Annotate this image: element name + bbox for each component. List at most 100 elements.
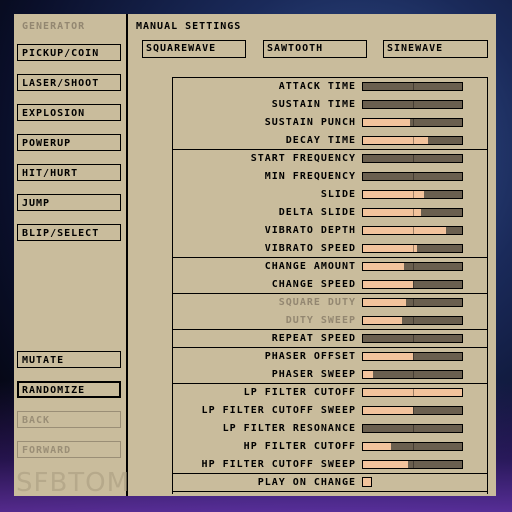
param-slider[interactable]	[362, 100, 463, 109]
slider-center-mark	[412, 353, 414, 360]
slider-center-mark	[412, 443, 414, 450]
param-slider[interactable]	[362, 352, 463, 361]
slider-fill	[363, 317, 402, 324]
param-row-sustain-time: SUSTAIN TIME	[172, 96, 488, 114]
slider-fill	[363, 371, 373, 378]
generator-button-pickup-coin[interactable]: PICKUP/COIN	[17, 44, 121, 61]
play-on-change-row: PLAY ON CHANGE	[172, 474, 488, 492]
param-label: REPEAT SPEED	[271, 333, 356, 344]
param-slider[interactable]	[362, 388, 463, 397]
mutate-button[interactable]: MUTATE	[17, 351, 121, 368]
panel-separator	[172, 257, 488, 258]
slider-fill	[363, 119, 410, 126]
back-button[interactable]: BACK	[17, 411, 121, 428]
slider-center-mark	[412, 83, 414, 90]
panel-separator	[172, 473, 488, 474]
slider-center-mark	[412, 461, 414, 468]
param-slider[interactable]	[362, 406, 463, 415]
generator-button-blip-select[interactable]: BLIP/SELECT	[17, 224, 121, 241]
sfxr-window: GENERATOR PICKUP/COIN LASER/SHOOT EXPLOSIO…	[14, 14, 496, 498]
generator-button-powerup[interactable]: POWERUP	[17, 134, 121, 151]
column-divider	[126, 14, 128, 496]
slider-fill	[363, 461, 408, 468]
randomize-button[interactable]: RANDOMIZE	[17, 381, 121, 398]
param-slider[interactable]	[362, 370, 463, 379]
param-row-hp-filter-cutoff-sweep: HP FILTER CUTOFF SWEEP	[172, 456, 488, 474]
forward-button[interactable]: FORWARD	[17, 441, 121, 458]
panel-separator	[172, 491, 488, 492]
param-row-change-amount: CHANGE AMOUNT	[172, 258, 488, 276]
param-row-phaser-offset: PHASER OFFSET	[172, 348, 488, 366]
param-row-lp-filter-resonance: LP FILTER RESONANCE	[172, 420, 488, 438]
param-label: HP FILTER CUTOFF	[243, 441, 356, 452]
param-row-repeat-speed: REPEAT SPEED	[172, 330, 488, 348]
param-row-vibrato-speed: VIBRATO SPEED	[172, 240, 488, 258]
param-row-square-duty: SQUARE DUTY	[172, 294, 488, 312]
slider-center-mark	[412, 281, 414, 288]
panel-separator	[172, 149, 488, 150]
param-row-sustain-punch: SUSTAIN PUNCH	[172, 114, 488, 132]
slider-center-mark	[412, 209, 414, 216]
param-row-start-frequency: START FREQUENCY	[172, 150, 488, 168]
slider-center-mark	[412, 173, 414, 180]
slider-center-mark	[412, 407, 414, 414]
generator-button-jump[interactable]: JUMP	[17, 194, 121, 211]
param-slider[interactable]	[362, 208, 463, 217]
param-slider[interactable]	[362, 460, 463, 469]
generator-button-hit-hurt[interactable]: HIT/HURT	[17, 164, 121, 181]
param-row-min-frequency: MIN FREQUENCY	[172, 168, 488, 186]
slider-center-mark	[412, 299, 414, 306]
param-label: DUTY SWEEP	[285, 315, 356, 326]
param-slider[interactable]	[362, 154, 463, 163]
param-label: DECAY TIME	[285, 135, 356, 146]
slider-center-mark	[412, 245, 414, 252]
param-row-decay-time: DECAY TIME	[172, 132, 488, 150]
param-label: MIN FREQUENCY	[264, 171, 356, 182]
slider-center-mark	[412, 317, 414, 324]
panel-separator	[172, 77, 488, 78]
play-on-change-checkbox[interactable]	[362, 477, 372, 487]
slider-fill	[363, 281, 413, 288]
sinewave-button[interactable]: SINEWAVE	[383, 40, 488, 58]
slider-center-mark	[412, 371, 414, 378]
param-slider[interactable]	[362, 280, 463, 289]
param-label: VIBRATO SPEED	[264, 243, 356, 254]
generator-button-explosion[interactable]: EXPLOSION	[17, 104, 121, 121]
slider-center-mark	[412, 101, 414, 108]
param-slider[interactable]	[362, 244, 463, 253]
slider-fill	[363, 245, 418, 252]
param-row-lp-filter-cutoff-sweep: LP FILTER CUTOFF SWEEP	[172, 402, 488, 420]
generator-button-laser-shoot[interactable]: LASER/SHOOT	[17, 74, 121, 91]
param-label: LP FILTER CUTOFF SWEEP	[201, 405, 356, 416]
slider-center-mark	[412, 137, 414, 144]
param-label: SQUARE DUTY	[278, 297, 356, 308]
slider-center-mark	[412, 335, 414, 342]
param-row-change-speed: CHANGE SPEED	[172, 276, 488, 294]
slider-center-mark	[412, 227, 414, 234]
squarewave-button[interactable]: SQUAREWAVE	[142, 40, 246, 58]
param-slider[interactable]	[362, 424, 463, 433]
param-slider[interactable]	[362, 172, 463, 181]
param-slider[interactable]	[362, 298, 463, 307]
param-slider[interactable]	[362, 262, 463, 271]
param-slider[interactable]	[362, 190, 463, 199]
param-slider[interactable]	[362, 82, 463, 91]
param-slider[interactable]	[362, 226, 463, 235]
param-row-delta-slide: DELTA SLIDE	[172, 204, 488, 222]
param-slider[interactable]	[362, 136, 463, 145]
param-slider[interactable]	[362, 316, 463, 325]
param-slider[interactable]	[362, 334, 463, 343]
param-slider[interactable]	[362, 118, 463, 127]
param-row-slide: SLIDE	[172, 186, 488, 204]
param-label: CHANGE SPEED	[271, 279, 356, 290]
slider-fill	[363, 137, 429, 144]
sfbtom-logo: SFBTOM	[16, 468, 131, 498]
param-label: CHANGE AMOUNT	[264, 261, 356, 272]
param-slider[interactable]	[362, 442, 463, 451]
slider-center-mark	[412, 155, 414, 162]
slider-fill	[363, 299, 406, 306]
sawtooth-button[interactable]: SAWTOOTH	[263, 40, 367, 58]
slider-center-mark	[412, 263, 414, 270]
param-label: SUSTAIN PUNCH	[264, 117, 356, 128]
slider-fill	[363, 263, 404, 270]
